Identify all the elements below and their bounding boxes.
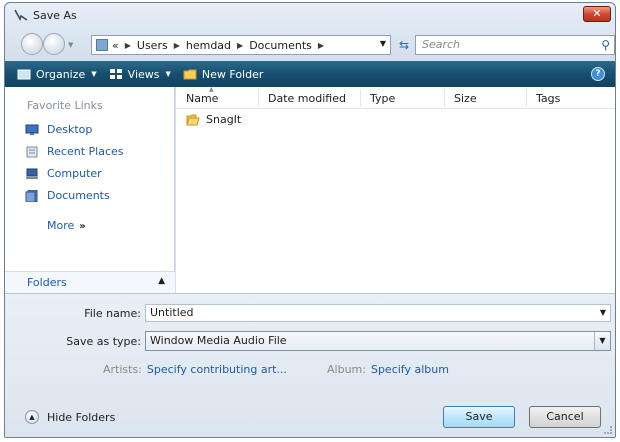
- file-name-label: File name:: [84, 307, 141, 320]
- documents-icon: [25, 189, 38, 202]
- recent-pages-dropdown-icon[interactable]: ▼: [68, 41, 73, 49]
- save-as-type-select[interactable]: Window Media Audio File ▼: [145, 331, 611, 351]
- artists-value: Specify contributing art...: [146, 363, 287, 376]
- column-divider[interactable]: [444, 89, 445, 107]
- chevron-down-icon[interactable]: ▼: [594, 332, 610, 350]
- chevron-down-icon: ▼: [165, 70, 171, 78]
- cancel-button[interactable]: Cancel: [529, 406, 601, 428]
- refresh-icon[interactable]: ⇆: [394, 35, 414, 55]
- organize-icon: [17, 69, 31, 80]
- sidebar-item-label: Documents: [47, 189, 110, 202]
- sidebar-item-label: Recent Places: [47, 145, 124, 158]
- chevron-right-icon[interactable]: ▶: [174, 41, 180, 50]
- folders-toggle[interactable]: Folders ▲: [5, 271, 175, 293]
- album-label: Album:: [327, 363, 366, 376]
- file-name-value: Untitled: [150, 306, 194, 319]
- search-placeholder: Search: [422, 38, 461, 51]
- chevron-up-icon: ▲: [158, 276, 165, 286]
- sidebar-item-label: Desktop: [47, 123, 93, 136]
- navigation-pane: Favorite Links Desktop Recent Places Com…: [5, 87, 175, 293]
- breadcrumb: « ▶ Users ▶ hemdad ▶ Documents ▶: [112, 39, 330, 52]
- sidebar-item-recent-places[interactable]: Recent Places: [25, 145, 124, 158]
- list-item-label: SnagIt: [206, 113, 242, 126]
- list-item[interactable]: SnagIt: [186, 113, 241, 126]
- chevron-right-icon[interactable]: ▶: [125, 41, 131, 50]
- views-button[interactable]: Views ▼: [109, 68, 171, 81]
- sidebar-item-documents[interactable]: Documents: [25, 189, 110, 202]
- more-links-button[interactable]: More »: [47, 219, 86, 232]
- column-header: Name ▲ Date modified Type Size Tags: [176, 86, 615, 109]
- save-button[interactable]: Save: [443, 406, 515, 428]
- sort-ascending-icon: ▲: [209, 86, 214, 93]
- save-as-icon: [14, 9, 28, 21]
- column-size[interactable]: Size: [454, 92, 477, 105]
- new-folder-button[interactable]: New Folder: [183, 68, 263, 81]
- column-date-modified[interactable]: Date modified: [268, 92, 346, 105]
- command-bar: Organize ▼ Views ▼ New Folder ?: [5, 61, 615, 87]
- column-type[interactable]: Type: [370, 92, 395, 105]
- save-as-type-value: Window Media Audio File: [150, 334, 287, 347]
- views-label: Views: [127, 67, 160, 81]
- help-icon[interactable]: ?: [591, 67, 605, 81]
- sidebar-item-label: Computer: [47, 167, 102, 180]
- close-button[interactable]: ✕: [583, 6, 611, 22]
- chevron-up-icon: ▲: [25, 410, 39, 424]
- sidebar-item-computer[interactable]: Computer: [25, 167, 102, 180]
- resize-grip[interactable]: [604, 426, 612, 434]
- chevron-right-icon[interactable]: ▶: [237, 41, 243, 50]
- chevron-down-icon: ▼: [91, 70, 97, 78]
- recent-places-icon: [26, 146, 38, 157]
- address-row: ▼ « ▶ Users ▶ hemdad ▶ Documents ▶ ▼ ⇆ S…: [5, 27, 615, 61]
- double-chevron-right-icon: »: [79, 221, 86, 232]
- album-field[interactable]: Album: Specify album: [327, 363, 449, 376]
- column-name[interactable]: Name: [186, 92, 218, 105]
- title-bar: Save As ✕: [5, 3, 615, 27]
- more-label: More: [47, 219, 75, 232]
- file-list[interactable]: Name ▲ Date modified Type Size Tags Snag…: [176, 86, 615, 293]
- chevron-right-icon[interactable]: ▶: [318, 41, 324, 50]
- back-button[interactable]: [21, 33, 43, 55]
- address-bar[interactable]: « ▶ Users ▶ hemdad ▶ Documents ▶ ▼: [91, 35, 391, 55]
- save-as-type-label: Save as type:: [66, 335, 141, 348]
- artists-label: Artists:: [103, 363, 142, 376]
- views-icon: [109, 69, 122, 79]
- desktop-icon: [25, 124, 39, 135]
- hide-folders-button[interactable]: ▲ Hide Folders: [25, 410, 115, 424]
- search-input[interactable]: Search ⚲: [415, 35, 615, 55]
- chevron-down-icon[interactable]: ▼: [600, 305, 606, 321]
- folders-label: Folders: [27, 276, 67, 289]
- file-name-field[interactable]: Untitled ▼: [145, 304, 611, 322]
- forward-button[interactable]: [43, 33, 65, 55]
- favorite-links-heading: Favorite Links: [27, 99, 103, 112]
- computer-icon: [26, 168, 38, 179]
- folder-icon: [96, 39, 108, 51]
- breadcrumb-users[interactable]: Users: [137, 39, 168, 52]
- organize-button[interactable]: Organize ▼: [17, 68, 97, 81]
- breadcrumb-overflow[interactable]: «: [112, 39, 119, 52]
- breadcrumb-hemdad[interactable]: hemdad: [186, 39, 231, 52]
- column-tags[interactable]: Tags: [536, 92, 560, 105]
- new-folder-icon: [183, 69, 197, 80]
- organize-label: Organize: [36, 67, 86, 81]
- album-value: Specify album: [370, 363, 449, 376]
- sidebar-item-desktop[interactable]: Desktop: [25, 123, 92, 136]
- hide-folders-label: Hide Folders: [47, 410, 116, 424]
- artists-field[interactable]: Artists: Specify contributing art...: [103, 363, 287, 376]
- save-as-dialog: Save As ✕ ▼ « ▶ Users ▶ hemdad ▶ Documen…: [4, 2, 616, 438]
- column-divider[interactable]: [526, 89, 527, 107]
- save-options-panel: File name: Untitled ▼ Save as type: Wind…: [5, 293, 615, 437]
- folder-icon: [186, 114, 200, 125]
- new-folder-label: New Folder: [201, 67, 264, 81]
- breadcrumb-documents[interactable]: Documents: [249, 39, 312, 52]
- address-dropdown-icon[interactable]: ▼: [380, 39, 386, 48]
- window-title: Save As: [33, 9, 77, 22]
- search-icon[interactable]: ⚲: [601, 36, 610, 54]
- column-divider[interactable]: [360, 89, 361, 107]
- column-divider[interactable]: [258, 89, 259, 107]
